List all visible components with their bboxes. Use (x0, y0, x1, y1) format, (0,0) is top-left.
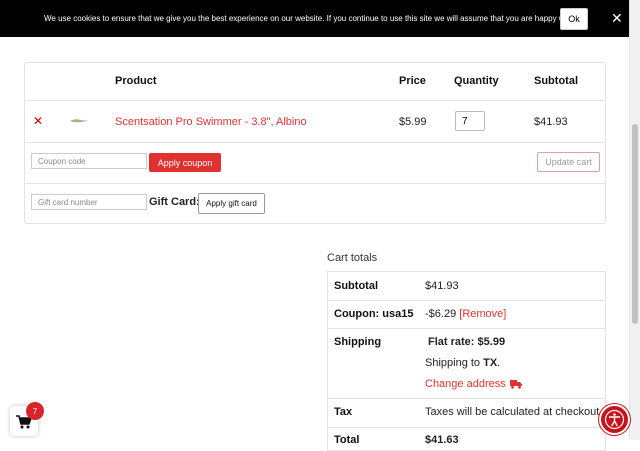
total-label: Total (334, 434, 360, 446)
accessibility-icon (604, 409, 625, 430)
header-quantity: Quantity (454, 75, 499, 87)
update-cart-button[interactable]: Update cart (537, 152, 600, 172)
divider (328, 328, 605, 329)
product-link[interactable]: Scentsation Pro Swimmer - 3.8", Albino (115, 116, 307, 128)
shipping-rate: Flat rate: $5.99 (428, 336, 505, 348)
totals-subtotal-value: $41.93 (425, 280, 459, 292)
cookie-message: We use cookies to ensure that we give yo… (44, 14, 582, 23)
quantity-input[interactable] (455, 111, 485, 131)
shipping-label: Shipping (334, 336, 382, 348)
product-thumbnail[interactable] (69, 117, 89, 125)
apply-coupon-button[interactable]: Apply coupon (149, 153, 221, 172)
divider (328, 398, 605, 399)
remove-item-icon[interactable]: ✕ (33, 114, 43, 128)
cart-totals-title: Cart totals (327, 252, 378, 264)
coupon-code-input[interactable] (31, 153, 147, 169)
shipping-rate-value: $5.99 (477, 336, 506, 348)
tax-label: Tax (334, 406, 353, 418)
page-scrollbar[interactable] (629, 0, 640, 440)
coupon-discount: -$6.29 (425, 308, 457, 320)
coupon-label: Coupon: usa15 (334, 308, 414, 320)
item-price: $5.99 (399, 116, 427, 128)
divider (328, 300, 605, 301)
change-address-link[interactable]: Change address (425, 378, 522, 390)
shipping-destination: Shipping to TX. (425, 357, 500, 369)
shipping-to-prefix: Shipping to (425, 357, 481, 369)
cookie-ok-button[interactable]: Ok (560, 8, 588, 30)
total-value: $41.63 (425, 434, 459, 446)
truck-icon (509, 380, 522, 389)
divider (25, 100, 605, 101)
cart-table: Product Price Quantity Subtotal ✕ Scents… (24, 62, 606, 224)
remove-coupon-link[interactable]: [Remove] (459, 308, 506, 320)
divider (25, 183, 605, 184)
header-product: Product (115, 75, 157, 87)
change-address-label: Change address (425, 378, 506, 390)
header-subtotal: Subtotal (534, 75, 578, 87)
gift-card-input[interactable] (31, 194, 147, 210)
cookie-banner: We use cookies to ensure that we give yo… (0, 0, 630, 37)
totals-subtotal-label: Subtotal (334, 280, 378, 292)
cart-count-badge: 7 (26, 402, 44, 420)
item-subtotal: $41.93 (534, 116, 568, 128)
shipping-to-suffix: . (497, 357, 501, 369)
apply-gift-card-button[interactable]: Apply gift card (198, 193, 265, 214)
close-icon[interactable]: ✕ (611, 10, 623, 26)
accessibility-button[interactable] (601, 406, 628, 433)
shipping-state: TX (483, 357, 498, 369)
scrollbar-thumb[interactable] (632, 124, 638, 324)
shipping-rate-label: Flat rate: (428, 336, 475, 348)
gift-card-label: Gift Card: (149, 196, 200, 208)
coupon-value: -$6.29 [Remove] (425, 308, 506, 320)
tax-value: Taxes will be calculated at checkout (425, 406, 600, 418)
divider (328, 427, 605, 428)
divider (25, 142, 605, 143)
cart-totals-table: Subtotal $41.93 Coupon: usa15 -$6.29 [Re… (327, 271, 606, 451)
header-price: Price (399, 75, 426, 87)
